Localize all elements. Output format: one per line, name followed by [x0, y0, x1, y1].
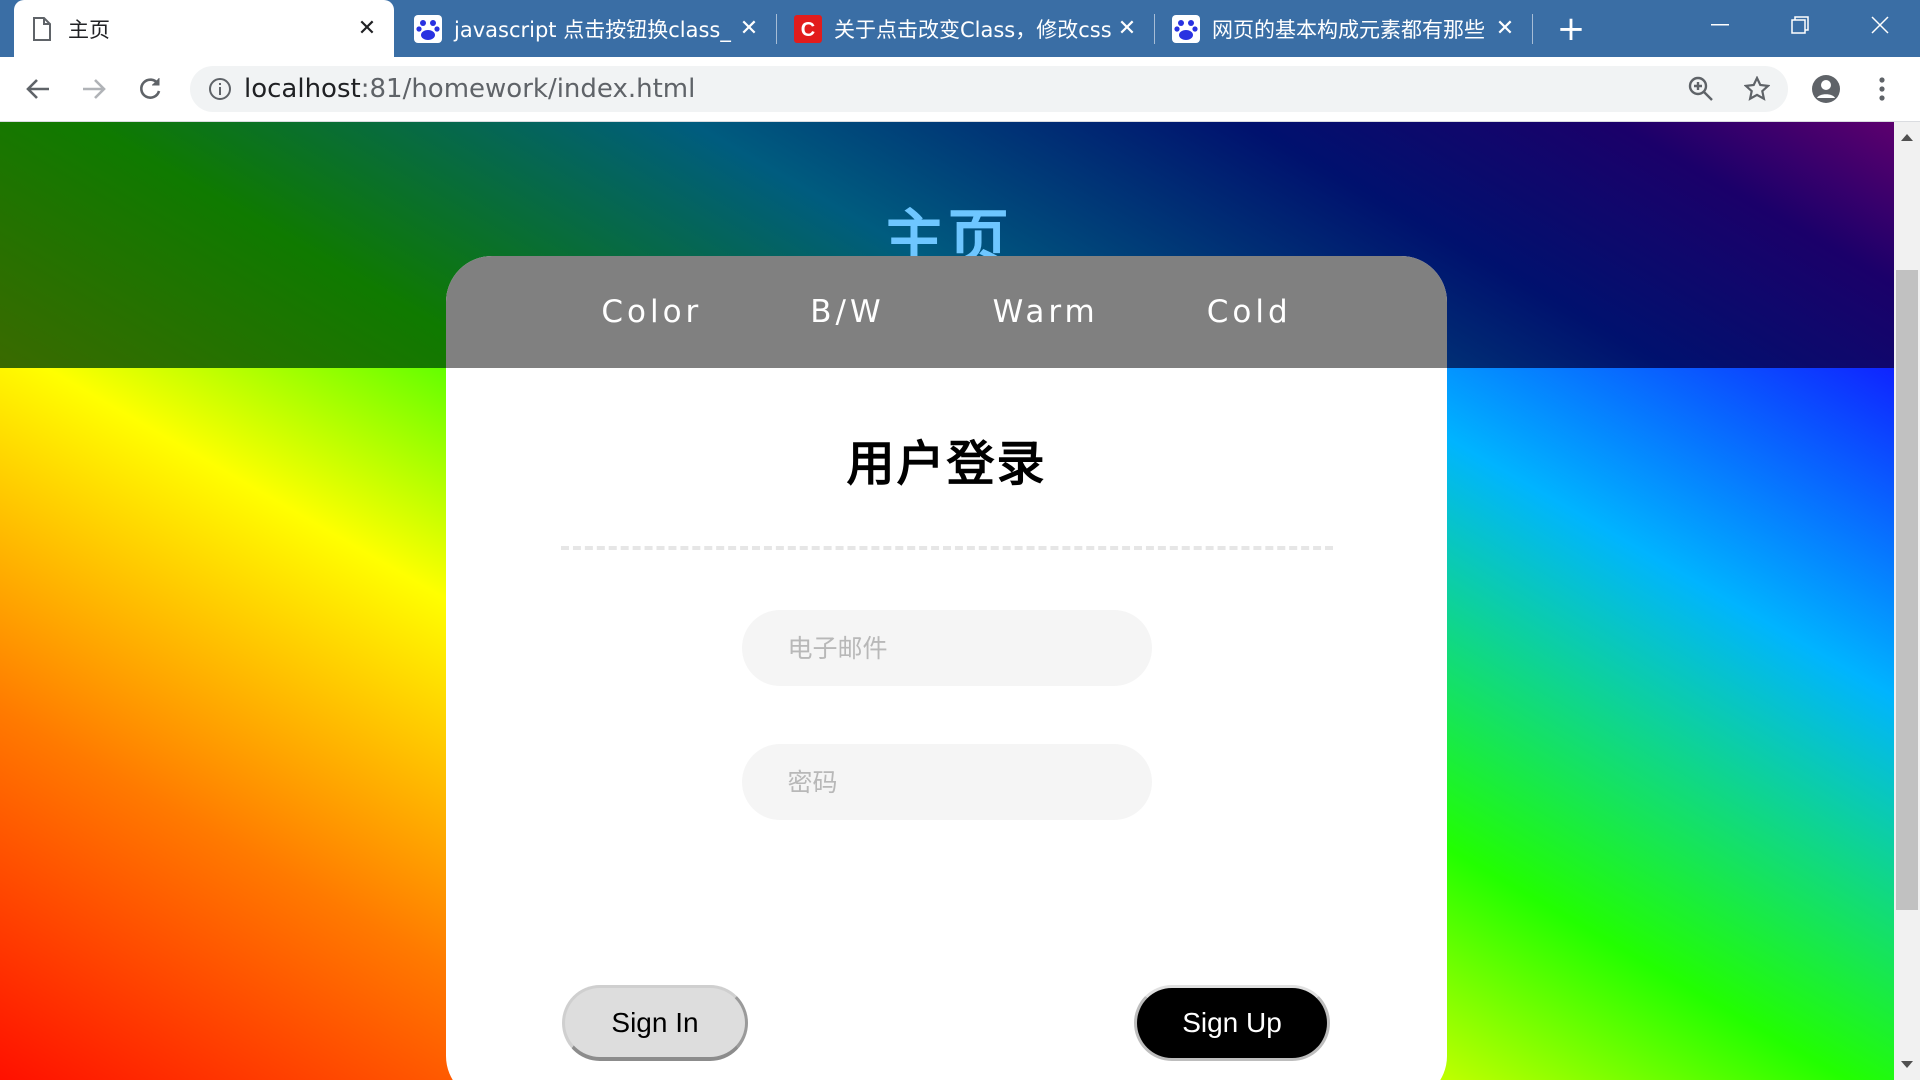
tab-title: 网页的基本构成元素都有那些: [1212, 17, 1485, 42]
email-field[interactable]: [741, 610, 1152, 686]
reload-icon: [140, 78, 161, 99]
tab-title: 关于点击改变Class，修改css: [834, 17, 1112, 42]
tab-title: 主页: [68, 17, 110, 42]
theme-switcher: Color B/W Warm Cold: [446, 256, 1447, 368]
tab-separator: [1154, 14, 1155, 44]
info-icon[interactable]: [208, 77, 232, 101]
menu-button[interactable]: [1862, 69, 1902, 109]
scroll-up-icon[interactable]: [1901, 134, 1913, 141]
profile-button[interactable]: [1806, 69, 1846, 109]
star-icon[interactable]: [1744, 76, 1770, 102]
address-bar[interactable]: localhost:81/homework/index.html: [190, 66, 1788, 112]
tab-home[interactable]: 主页 ✕: [14, 0, 394, 57]
dashed-divider: [560, 546, 1333, 550]
sign-up-button[interactable]: Sign Up: [1134, 985, 1330, 1061]
reload-button[interactable]: [130, 69, 170, 109]
close-icon[interactable]: ✕: [1114, 16, 1140, 42]
forward-button[interactable]: [74, 69, 114, 109]
baidu-paw-icon: [1172, 14, 1200, 43]
vertical-scrollbar[interactable]: [1894, 122, 1920, 1080]
login-card: Color B/W Warm Cold 用户登录 Sign In Sign Up: [446, 256, 1447, 1080]
restore-button[interactable]: [1760, 0, 1840, 50]
url-host: localhost: [244, 74, 361, 104]
scroll-thumb[interactable]: [1896, 270, 1918, 910]
url-path: :81/homework/index.html: [360, 74, 696, 104]
zoom-icon[interactable]: [1688, 76, 1714, 102]
page-icon: [28, 15, 56, 43]
new-tab-button[interactable]: +: [1546, 0, 1596, 57]
theme-bw-tab[interactable]: B/W: [756, 294, 938, 330]
browser-toolbar: localhost:81/homework/index.html: [0, 57, 1920, 122]
tab-javascript-class[interactable]: javascript 点击按钮换class_ ✕: [400, 0, 776, 57]
scroll-down-icon[interactable]: [1901, 1061, 1913, 1068]
more-vert-icon: [1879, 77, 1885, 101]
page-viewport: 主页 Color B/W Warm Cold 用户登录 Sign In Sign…: [0, 122, 1894, 1080]
sign-in-button[interactable]: Sign In: [562, 985, 748, 1061]
password-field[interactable]: [741, 744, 1152, 820]
theme-color-tab[interactable]: Color: [547, 294, 756, 330]
account-icon: [1812, 75, 1840, 103]
tab-separator: [1532, 14, 1533, 44]
baidu-paw-icon: [414, 14, 442, 43]
theme-warm-tab[interactable]: Warm: [939, 294, 1153, 330]
browser-tab-strip: 主页 ✕ javascript 点击按钮换class_ ✕ C 关于点击改变Cl…: [0, 0, 1920, 57]
csdn-c-icon: C: [794, 14, 822, 43]
tab-separator: [776, 14, 777, 44]
tab-web-elements[interactable]: 网页的基本构成元素都有那些 ✕: [1158, 0, 1532, 57]
tab-title: javascript 点击按钮换class_: [454, 17, 731, 42]
close-window-button[interactable]: [1840, 0, 1920, 50]
back-button[interactable]: [18, 69, 58, 109]
theme-cold-tab[interactable]: Cold: [1153, 294, 1346, 330]
close-icon[interactable]: ✕: [736, 16, 762, 42]
url-text: localhost:81/homework/index.html: [244, 74, 695, 104]
close-icon[interactable]: ✕: [354, 16, 380, 42]
login-heading: 用户登录: [846, 436, 1047, 492]
tab-csdn-class[interactable]: C 关于点击改变Class，修改css ✕: [780, 0, 1154, 57]
svg-text:C: C: [801, 19, 815, 41]
close-icon[interactable]: ✕: [1492, 16, 1518, 42]
arrow-left-icon: [26, 79, 49, 99]
minimize-button[interactable]: [1680, 0, 1760, 50]
arrow-right-icon: [83, 79, 106, 99]
